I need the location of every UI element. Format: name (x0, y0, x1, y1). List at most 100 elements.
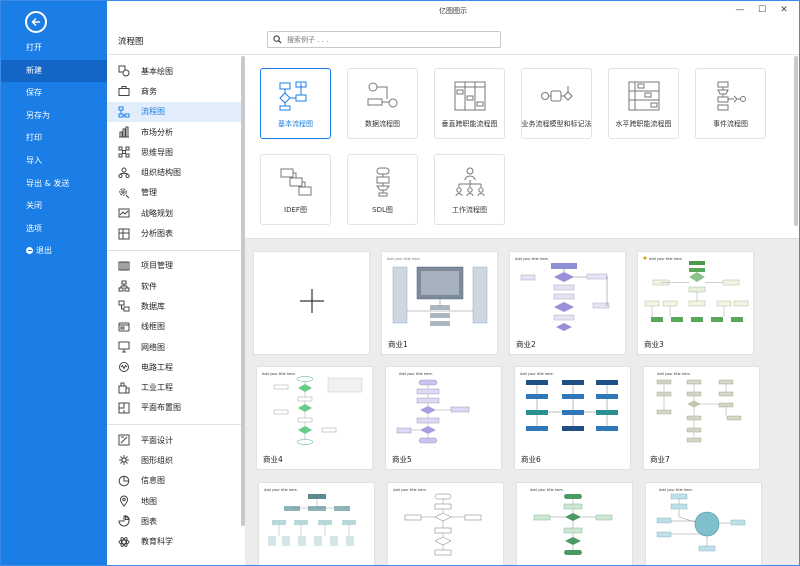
category-charts[interactable]: 图表 (107, 511, 243, 531)
template-card[interactable]: Add your title here. (516, 482, 633, 565)
back-button[interactable] (25, 11, 47, 33)
template-name: 商业2 (516, 340, 536, 349)
category-group: 平面设计 图形组织 信息图 地图 图表 教育科学 (107, 425, 243, 558)
template-thumbnail: Add your title here. (385, 255, 495, 333)
type-event-flowchart[interactable]: 事件流程图 (695, 68, 766, 139)
category-label: 基本绘图 (141, 66, 173, 76)
template-thumbnail: Add your title here. (518, 370, 628, 448)
category-infographic[interactable]: 信息图 (107, 471, 243, 491)
flowchart-icon (117, 105, 130, 118)
type-workflow[interactable]: 工作流程图 (434, 154, 505, 225)
template-scrollbar[interactable] (794, 56, 798, 226)
blank-template[interactable] (253, 251, 370, 355)
type-label: 工作流程图 (452, 206, 487, 214)
nav-options[interactable]: 选项 (1, 218, 107, 241)
circuit-icon (117, 361, 130, 374)
floorplan-icon (117, 401, 130, 414)
title-bar: 亿图图示 — ☐ ✕ (107, 1, 799, 21)
template-card[interactable]: Add your title here. (258, 482, 375, 565)
category-business[interactable]: 商务 (107, 81, 243, 101)
category-label: 市场分析 (141, 127, 173, 137)
minimize-button[interactable]: — (729, 2, 751, 18)
thumb-title: Add your title here. (657, 372, 691, 376)
type-horizontal-cross-functional[interactable]: 水平跨职能流程图 (608, 68, 679, 139)
network-icon (117, 341, 130, 354)
thumb-title: Add your title here. (399, 372, 433, 376)
type-sdl[interactable]: SDL图 (347, 154, 418, 225)
template-card[interactable]: Add your title here. (637, 251, 754, 355)
template-thumbnail: Add your title here. (641, 255, 751, 333)
atom-icon (117, 535, 130, 548)
category-graphic-design[interactable]: 平面设计 (107, 430, 243, 450)
category-label: 平面布置图 (141, 403, 181, 413)
category-software[interactable]: 软件 (107, 276, 243, 296)
category-market-analysis[interactable]: 市场分析 (107, 122, 243, 142)
nav-open[interactable]: 打开 (1, 37, 107, 60)
category-label: 地图 (141, 496, 157, 506)
thumb-title: Add your title here. (520, 372, 554, 376)
template-name: 商业5 (392, 455, 412, 464)
category-graphic-organizer[interactable]: 图形组织 (107, 450, 243, 470)
type-basic-flowchart[interactable]: 基本流程图 (260, 68, 331, 139)
nav-close[interactable]: 关闭 (1, 195, 107, 218)
template-name: 商业1 (388, 340, 408, 349)
category-management[interactable]: 管理 (107, 183, 243, 203)
type-bpmn[interactable]: 业务流程模型和标记法 (521, 68, 592, 139)
thumb-title: Add your title here. (649, 257, 683, 261)
briefcase-icon (117, 85, 130, 98)
org-chart-icon (117, 166, 130, 179)
plus-icon (300, 289, 324, 313)
category-label: 教育科学 (141, 537, 173, 547)
graphic-organizer-icon (117, 454, 130, 467)
template-card[interactable]: Add your title here. 商业6 (514, 366, 631, 470)
file-nav: 打开 新建 保存 另存为 打印 导入 导出 & 发送 关闭 选项 退出 (1, 1, 107, 565)
gear-user-icon (117, 186, 130, 199)
maximize-button[interactable]: ☐ (751, 2, 773, 18)
category-education-science[interactable]: 教育科学 (107, 532, 243, 552)
category-analysis-charts[interactable]: 分析图表 (107, 223, 243, 243)
type-data-flow[interactable]: 数据流程图 (347, 68, 418, 139)
template-card[interactable]: Add your title here. 商业7 (643, 366, 760, 470)
nav-save-as[interactable]: 另存为 (1, 105, 107, 128)
category-strategy[interactable]: 战略规划 (107, 203, 243, 223)
type-vertical-cross-functional[interactable]: 垂直跨职能流程图 (434, 68, 505, 139)
category-group: 基本绘图 商务 流程图 市场分析 思维导图 组织结构图 管理 战略规划 分析图表 (107, 56, 243, 251)
nav-new[interactable]: 新建 (1, 59, 107, 83)
category-map[interactable]: 地图 (107, 491, 243, 511)
category-flowchart[interactable]: 流程图 (107, 101, 243, 122)
template-thumbnail: Add your title here. (260, 370, 370, 448)
template-card[interactable]: Add your title here. 商业5 (385, 366, 502, 470)
nav-import[interactable]: 导入 (1, 150, 107, 173)
template-card[interactable]: Add your title here. 商业4 (256, 366, 373, 470)
sdl-icon (348, 167, 417, 197)
template-card[interactable]: Add your title here. 商业2 (509, 251, 626, 355)
category-database[interactable]: 数据库 (107, 296, 243, 316)
nav-save[interactable]: 保存 (1, 82, 107, 105)
horizontal-swimlane-icon (609, 81, 678, 111)
template-thumbnail: Add your title here. (389, 370, 499, 448)
category-floorplan[interactable]: 平面布置图 (107, 398, 243, 418)
type-label: 水平跨职能流程图 (615, 120, 672, 128)
category-mindmap[interactable]: 思维导图 (107, 142, 243, 162)
nav-exit[interactable]: 退出 (1, 240, 107, 263)
category-project-management[interactable]: 项目管理 (107, 256, 243, 276)
nav-export-send[interactable]: 导出 & 发送 (1, 173, 107, 196)
category-network[interactable]: 网络图 (107, 337, 243, 357)
template-name: 商业3 (644, 340, 664, 349)
nav-print[interactable]: 打印 (1, 127, 107, 150)
type-idef[interactable]: IDEF图 (260, 154, 331, 225)
type-label: 基本流程图 (278, 120, 313, 128)
event-flowchart-icon (696, 81, 765, 111)
category-wireframe[interactable]: 线框图 (107, 317, 243, 337)
category-basic-drawing[interactable]: 基本绘图 (107, 61, 243, 81)
template-card[interactable]: Add your title here. (387, 482, 504, 565)
template-card[interactable]: Add your title here. 商业1 (381, 251, 498, 355)
template-thumbnail: Add your title here. (649, 486, 759, 564)
category-org-chart[interactable]: 组织结构图 (107, 162, 243, 182)
category-industrial[interactable]: 工业工程 (107, 377, 243, 397)
template-card[interactable]: Add your title here. (645, 482, 762, 565)
close-button[interactable]: ✕ (773, 2, 795, 18)
industrial-icon (117, 381, 130, 394)
category-circuit[interactable]: 电路工程 (107, 357, 243, 377)
search-input[interactable]: 搜索例子 . . . (267, 31, 501, 48)
